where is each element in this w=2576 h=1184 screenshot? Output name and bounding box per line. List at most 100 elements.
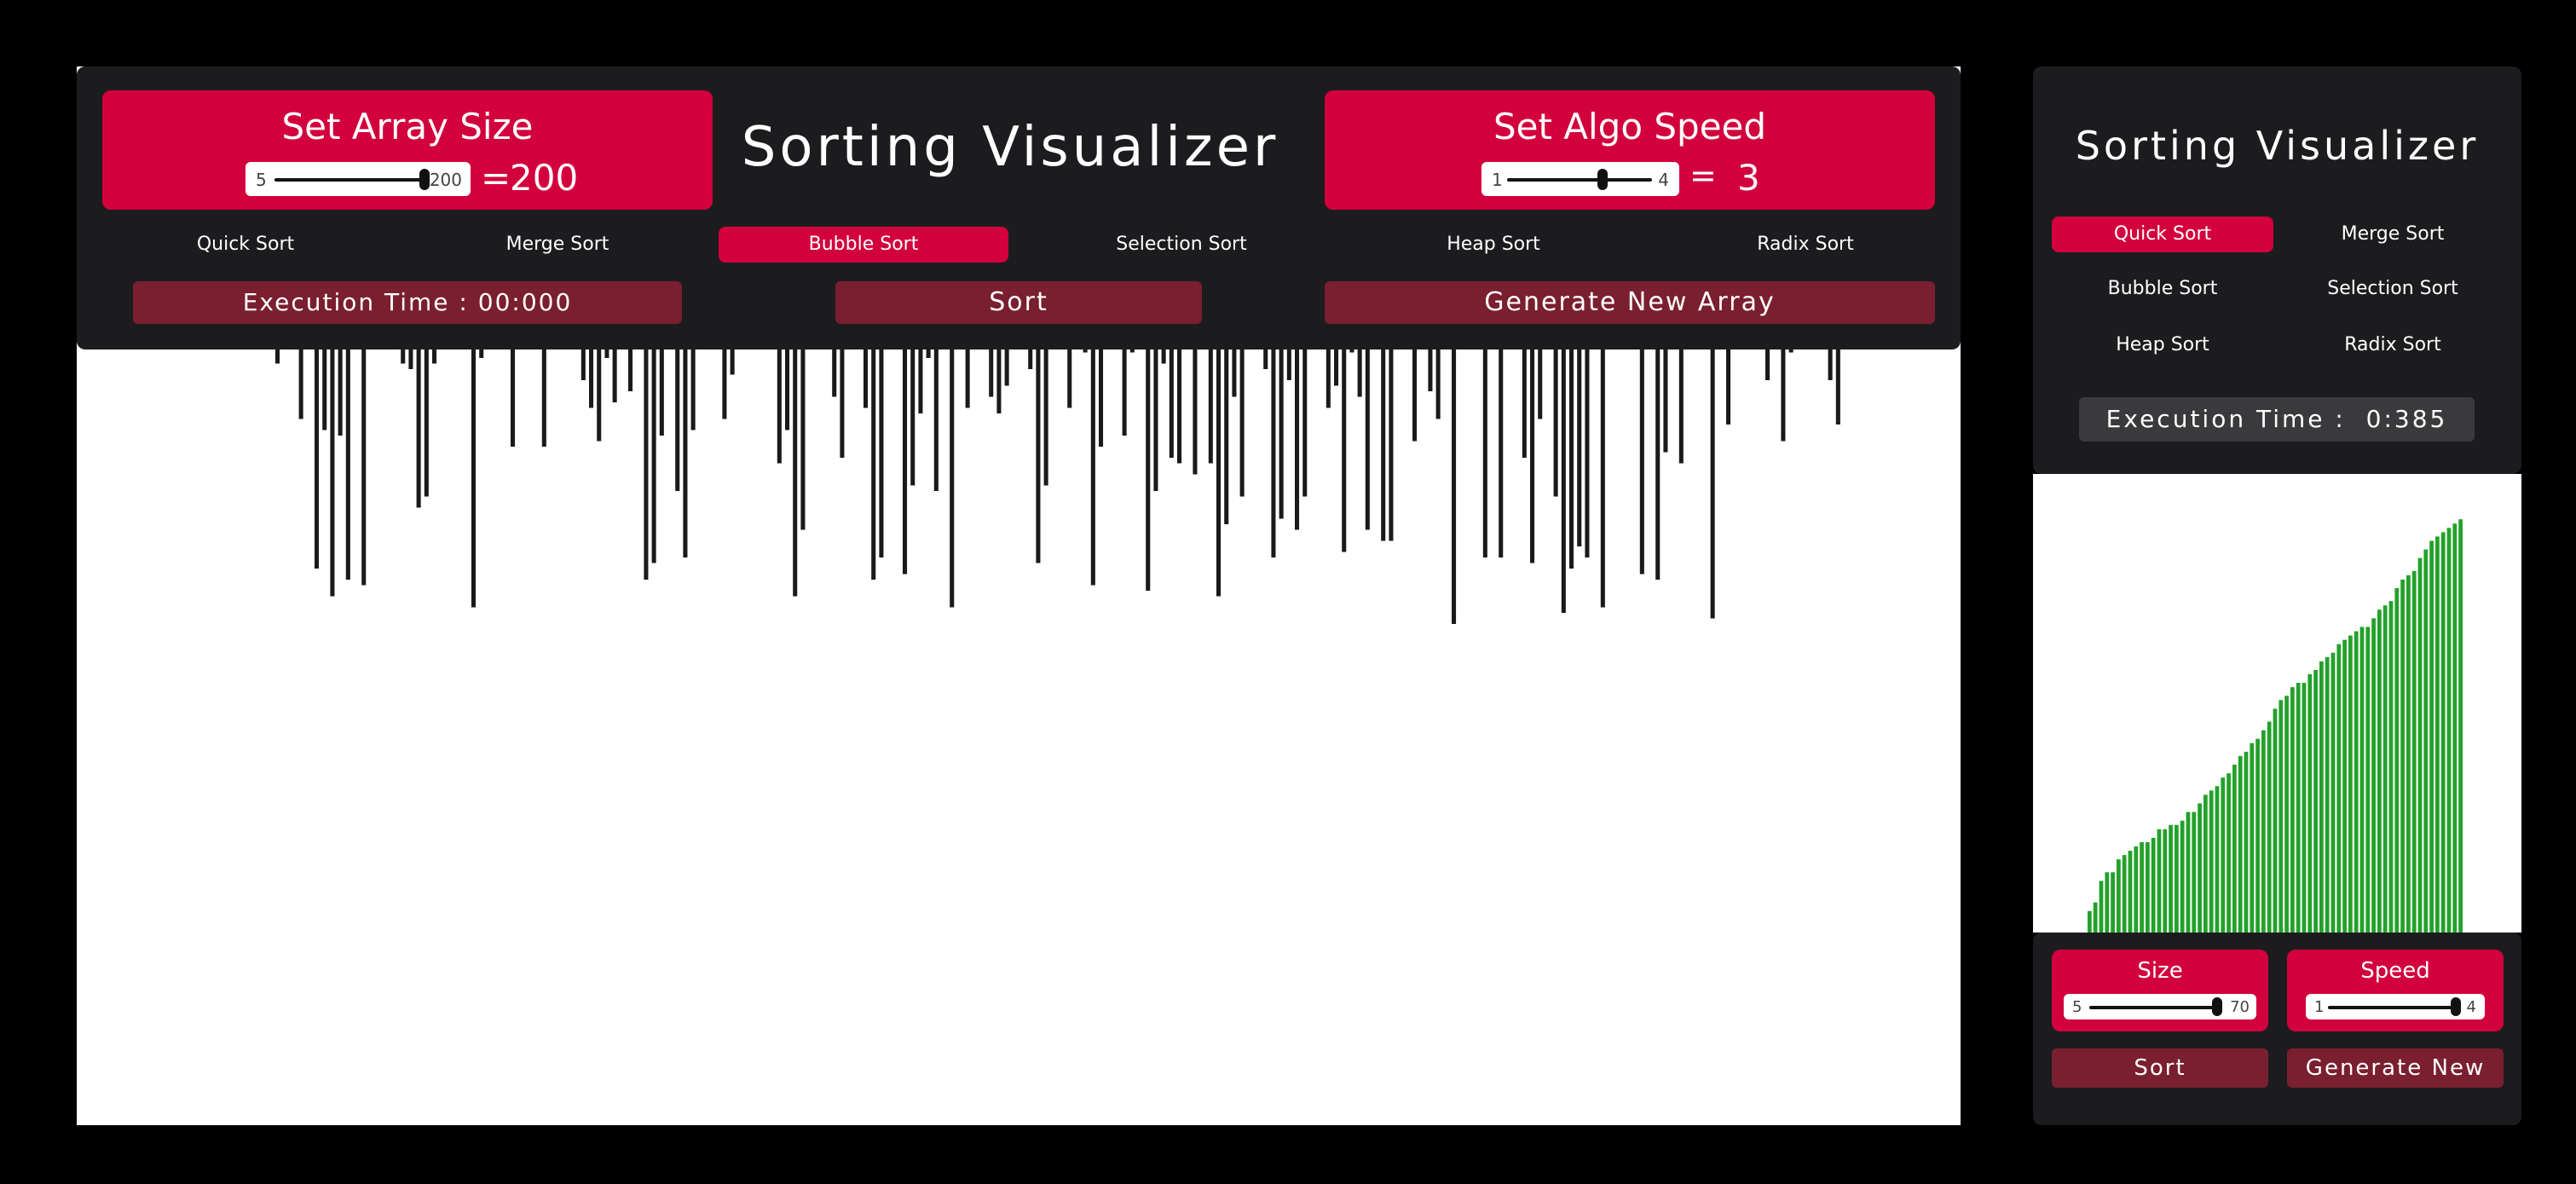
algo-speed-slider[interactable]: 1 4 (1481, 162, 1679, 196)
algo-selection-sort[interactable]: Selection Sort (1038, 227, 1325, 263)
mobile-bar (2435, 536, 2440, 933)
mobile-bar (2279, 700, 2284, 933)
mobile-speed-min: 1 (2314, 998, 2325, 1016)
desktop-control-header: Set Array Size 5 200 = 200 Sorting Visua… (77, 66, 1961, 349)
mobile-bar (2400, 579, 2405, 933)
mobile-size-track (2089, 1006, 2217, 1009)
mobile-speed-label: Speed (2360, 958, 2430, 984)
mobile-algo-heap-sort[interactable]: Heap Sort (2052, 327, 2273, 363)
mobile-bar (2394, 588, 2400, 933)
mobile-control-header: Sorting Visualizer Quick Sort Merge Sort… (2033, 66, 2521, 474)
algo-heap-sort[interactable]: Heap Sort (1350, 227, 1637, 263)
mobile-bar (2128, 851, 2133, 933)
mobile-speed-thumb[interactable] (2451, 997, 2461, 1016)
algo-speed-panel: Set Algo Speed 1 4 = 3 (1325, 90, 1935, 210)
mobile-bar (2429, 540, 2434, 933)
mobile-sort-button[interactable]: Sort (2052, 1048, 2268, 1088)
mobile-bar (2122, 855, 2127, 933)
mobile-bar (2093, 902, 2098, 933)
mobile-bar (2261, 730, 2266, 933)
mobile-bar (2388, 601, 2394, 933)
mobile-bar (2284, 696, 2289, 933)
mobile-speed-slider[interactable]: 1 4 (2306, 994, 2485, 1019)
mobile-bar (2227, 773, 2231, 933)
mobile-bar (2331, 652, 2336, 933)
algo-speed-min: 1 (1492, 170, 1503, 190)
array-size-max: 200 (429, 170, 462, 190)
mobile-bar (2348, 635, 2353, 933)
algo-speed-label: Set Algo Speed (1493, 106, 1767, 147)
array-size-min: 5 (256, 170, 267, 190)
mobile-bar (2238, 755, 2243, 933)
mobile-size-panel: Size 5 70 (2052, 950, 2268, 1031)
mobile-size-thumb[interactable] (2212, 997, 2222, 1016)
mobile-bar (2244, 751, 2249, 933)
algo-radix-sort[interactable]: Radix Sort (1662, 227, 1949, 263)
mobile-bar (2452, 523, 2458, 933)
mobile-algo-quick-sort[interactable]: Quick Sort (2052, 217, 2273, 252)
array-size-slider[interactable]: 5 200 (245, 162, 471, 196)
mobile-bar (2273, 708, 2278, 933)
sort-button[interactable]: Sort (835, 281, 1202, 324)
mobile-bar (2302, 683, 2307, 933)
mobile-bar (2198, 803, 2202, 933)
mobile-bar (2163, 829, 2168, 933)
mobile-size-slider[interactable]: 5 70 (2064, 994, 2256, 1019)
mobile-bar (2267, 721, 2272, 933)
mobile-bar (2099, 881, 2104, 933)
mobile-bar (2336, 644, 2342, 933)
mobile-bar (2180, 820, 2185, 933)
mobile-control-footer: Size 5 70 Speed 1 4 Sort Generate New (2033, 933, 2521, 1125)
mobile-algo-selection-sort[interactable]: Selection Sort (2282, 271, 2504, 307)
mobile-bar (2307, 674, 2313, 933)
mobile-bar (2325, 656, 2330, 933)
mobile-bar (2446, 528, 2452, 933)
mobile-bar (2088, 910, 2092, 933)
mobile-bar (2203, 794, 2208, 933)
mobile-generate-new-button[interactable]: Generate New (2287, 1048, 2504, 1088)
mobile-bar (2365, 627, 2371, 933)
mobile-bar (2354, 631, 2359, 933)
algo-speed-thumb[interactable] (1597, 169, 1609, 190)
mobile-bar (2151, 837, 2156, 933)
mobile-bar (2417, 557, 2423, 933)
array-size-equals: = (481, 157, 511, 199)
mobile-bar (2458, 519, 2463, 933)
mobile-bar (2371, 618, 2376, 933)
mobile-bar (2383, 605, 2388, 933)
array-size-thumb[interactable] (419, 169, 430, 190)
array-size-value: 200 (510, 157, 579, 199)
mobile-bar (2215, 786, 2220, 933)
generate-new-array-button[interactable]: Generate New Array (1325, 281, 1935, 324)
mobile-bar (2221, 777, 2226, 933)
mobile-bar (2192, 811, 2197, 933)
mobile-bar (2377, 609, 2382, 933)
execution-time-display: Execution Time : 00:000 (133, 281, 682, 324)
mobile-bar (2342, 639, 2347, 933)
mobile-algo-radix-sort[interactable]: Radix Sort (2282, 327, 2504, 363)
mobile-bar (2111, 872, 2115, 933)
mobile-algo-merge-sort[interactable]: Merge Sort (2282, 217, 2504, 252)
mobile-size-min: 5 (2072, 998, 2082, 1016)
mobile-bar (2140, 841, 2144, 933)
mobile-bar (2313, 669, 2318, 933)
mobile-bar (2186, 811, 2191, 933)
mobile-bar (2411, 570, 2417, 933)
mobile-bar (2134, 846, 2139, 933)
algo-merge-sort[interactable]: Merge Sort (414, 227, 701, 263)
mobile-bar (2296, 683, 2301, 933)
mobile-bar-canvas (2033, 474, 2521, 933)
mobile-page-title: Sorting Visualizer (2075, 123, 2480, 169)
algo-speed-value: 3 (1737, 157, 1760, 199)
mobile-algo-bubble-sort[interactable]: Bubble Sort (2052, 271, 2273, 307)
algo-quick-sort[interactable]: Quick Sort (102, 227, 389, 263)
algo-bubble-sort[interactable]: Bubble Sort (719, 227, 1008, 263)
page-title: Sorting Visualizer (741, 116, 1279, 179)
mobile-bar (2175, 824, 2179, 933)
array-size-label: Set Array Size (281, 106, 534, 147)
mobile-bar (2157, 829, 2162, 933)
mobile-bar (2250, 742, 2255, 933)
mobile-bar (2117, 859, 2121, 933)
mobile-bar (2359, 627, 2365, 933)
array-size-panel: Set Array Size 5 200 = 200 (102, 90, 713, 210)
